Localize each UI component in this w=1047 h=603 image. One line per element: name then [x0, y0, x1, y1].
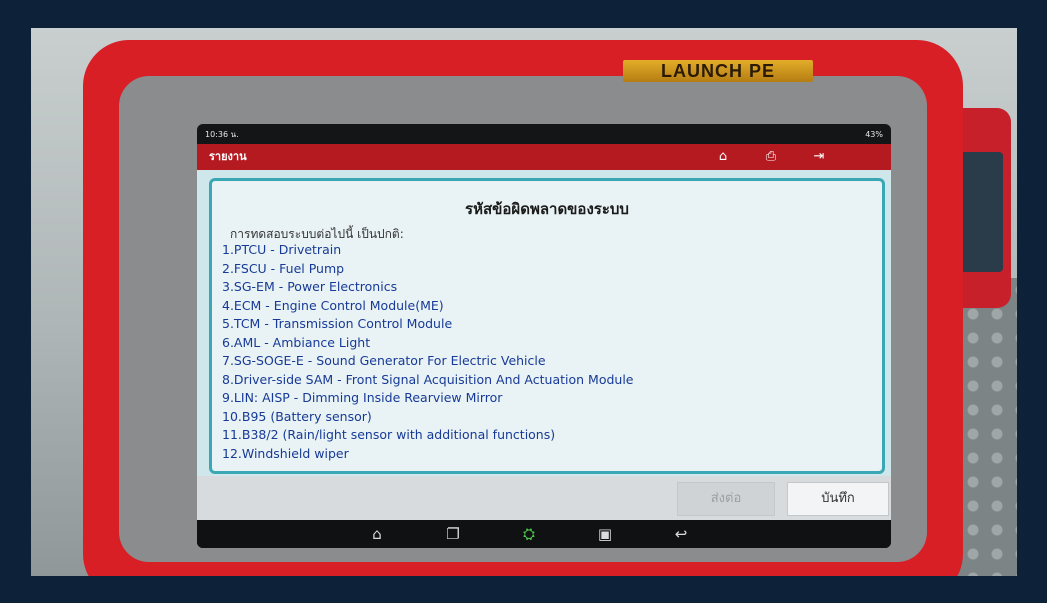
list-item: 6.AML - Ambiance Light	[222, 334, 371, 350]
report-content: รหัสข้อผิดพลาดของระบบ การทดสอบระบบต่อไปน…	[197, 170, 891, 476]
list-item: 11.B38/2 (Rain/light sensor with additio…	[222, 427, 556, 442]
list-item: 2.FSCU - Fuel Pump	[222, 260, 345, 276]
list-item: 7.SG-SOGE-E - Sound Generator For Electr…	[222, 353, 546, 368]
vci-connector-icon[interactable]: ⛭	[519, 524, 539, 544]
list-item: 3.SG-EM - Power Electronics	[222, 279, 398, 294]
list-item: 12.Windshield wiper	[222, 445, 349, 461]
report-heading: รหัสข้อผิดพลาดของระบบ	[465, 200, 629, 218]
status-bar: 10:36 น. 43%	[205, 128, 883, 142]
tablet-screen: 10:36 น. 43% รายงาน ⌂ ⎙ ⇥ รหัสข้อผิดพลาด…	[197, 124, 891, 548]
brand-label: LAUNCH PE	[623, 60, 813, 82]
gallery-icon[interactable]: ▣	[595, 524, 615, 544]
app-bar: รายงาน ⌂ ⎙ ⇥	[197, 144, 891, 170]
exit-icon[interactable]: ⇥	[811, 149, 827, 165]
action-bar: ส่งต่อ บันทึก	[197, 476, 891, 520]
send-button[interactable]: ส่งต่อ	[677, 482, 775, 516]
report-panel: รหัสข้อผิดพลาดของระบบ การทดสอบระบบต่อไปน…	[209, 178, 885, 474]
photo-background: LAUNCH PE 10:36 น. 43% รายงาน ⌂ ⎙ ⇥ รหัส…	[31, 28, 1017, 576]
android-home-icon[interactable]: ⌂	[367, 524, 387, 544]
page-title: รายงาน	[209, 150, 247, 163]
list-item: 4.ECM - Engine Control Module(ME)	[222, 297, 444, 313]
home-icon[interactable]: ⌂	[715, 149, 731, 165]
system-list: 1.PTCU - Drivetrain 2.FSCU - Fuel Pump 3…	[222, 241, 633, 463]
list-item: 9.LIN: AISP - Dimming Inside Rearview Mi…	[222, 390, 503, 405]
status-battery: 43%	[865, 130, 883, 139]
android-nav-bar: ⌂ ❐ ⛭ ▣ ↩	[197, 520, 891, 548]
recent-apps-icon[interactable]: ❐	[443, 524, 463, 544]
save-button[interactable]: บันทึก	[787, 482, 889, 516]
list-item: 10.B95 (Battery sensor)	[222, 408, 372, 424]
list-item: 5.TCM - Transmission Control Module	[222, 316, 453, 331]
status-time: 10:36 น.	[205, 130, 239, 139]
list-item: 1.PTCU - Drivetrain	[222, 242, 342, 257]
print-icon[interactable]: ⎙	[763, 149, 779, 165]
list-item: 8.Driver-side SAM - Front Signal Acquisi…	[222, 371, 634, 387]
back-icon[interactable]: ↩	[671, 524, 691, 544]
